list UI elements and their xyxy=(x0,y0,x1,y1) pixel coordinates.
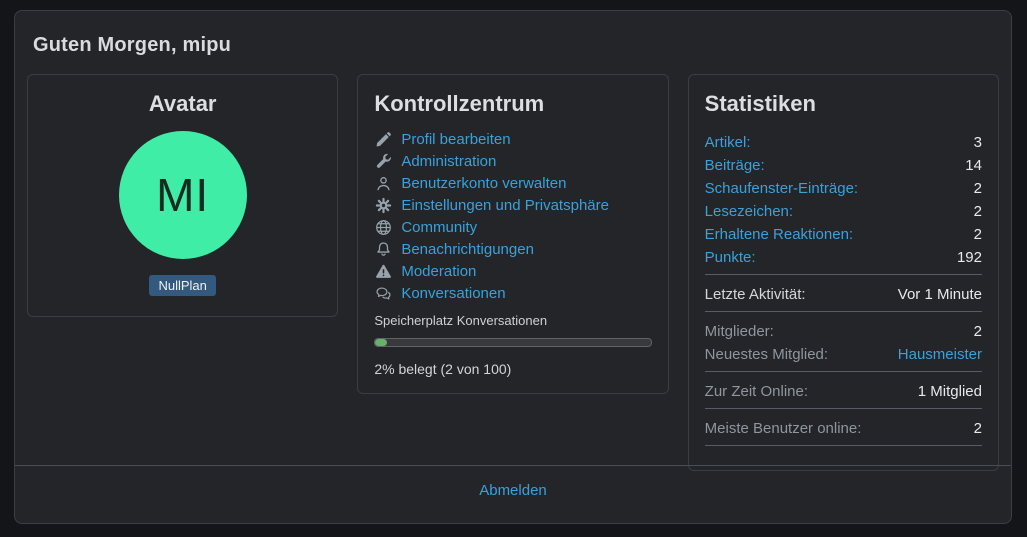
stat-row-letzte-aktivitaet: Letzte Aktivität: Vor 1 Minute xyxy=(704,283,982,312)
cc-link-label: Community xyxy=(401,219,478,236)
cc-link-label: Profil bearbeiten xyxy=(401,131,511,148)
conversations-icon xyxy=(374,285,392,302)
stat-value: 2 xyxy=(973,203,982,220)
badge-wrap: NullPlan xyxy=(44,275,321,300)
control-center-card: Kontrollzentrum Profil bearbeiten Admini… xyxy=(357,74,669,394)
stat-row-mitglieder: Mitglieder: 2 xyxy=(705,320,982,343)
cc-link-konversationen[interactable]: Konversationen xyxy=(374,285,651,302)
cc-link-profil[interactable]: Profil bearbeiten xyxy=(374,131,651,148)
stat-value: 2 xyxy=(973,420,982,437)
stat-label: Letzte Aktivität: xyxy=(704,286,806,303)
cc-link-label: Benachrichtigungen xyxy=(401,241,534,258)
cc-link-label: Administration xyxy=(401,153,497,170)
logout-link[interactable]: Abmelden xyxy=(479,482,547,499)
globe-icon xyxy=(374,219,392,236)
cc-link-label: Einstellungen und Privatsphäre xyxy=(401,197,609,214)
cc-link-moderation[interactable]: Moderation xyxy=(374,263,651,280)
user-panel: Guten Morgen, mipu Avatar MI NullPlan Ko… xyxy=(14,10,1012,524)
stat-label: Mitglieder: xyxy=(704,323,774,340)
avatar-initials: MI xyxy=(156,169,210,221)
newest-member-link[interactable]: Hausmeister xyxy=(898,346,982,363)
avatar-card-title: Avatar xyxy=(148,91,217,116)
gear-icon xyxy=(374,197,392,214)
stat-row-artikel: Artikel: 3 xyxy=(705,131,982,154)
cc-link-administration[interactable]: Administration xyxy=(374,153,651,170)
wrench-icon xyxy=(374,153,392,170)
stat-value: 2 xyxy=(973,323,982,340)
stat-value: Vor 1 Minute xyxy=(897,286,982,303)
stat-label[interactable]: Erhaltene Reaktionen: xyxy=(705,226,853,243)
stat-label[interactable]: Schaufenster-Einträge: xyxy=(705,180,858,197)
stat-value: 2 xyxy=(973,226,982,243)
stat-label[interactable]: Artikel: xyxy=(705,134,751,151)
stat-row-punkte: Punkte: 192 xyxy=(704,246,982,275)
stat-label[interactable]: Lesezeichen: xyxy=(705,203,793,220)
cc-link-benachrichtigungen[interactable]: Benachrichtigungen xyxy=(374,241,651,258)
cc-link-community[interactable]: Community xyxy=(374,219,651,236)
cc-link-label: Moderation xyxy=(401,263,477,280)
warning-triangle-icon xyxy=(374,263,392,280)
stat-label[interactable]: Beiträge: xyxy=(705,157,765,174)
stat-label: Neuestes Mitglied: xyxy=(704,346,829,363)
statistics-title: Statistiken xyxy=(704,91,816,116)
storage-progress-bar xyxy=(374,338,652,347)
rank-badge: NullPlan xyxy=(149,275,216,296)
control-center-title: Kontrollzentrum xyxy=(374,91,545,116)
panel-footer: Abmelden xyxy=(15,465,1011,523)
stat-label: Zur Zeit Online: xyxy=(704,383,809,400)
stat-label[interactable]: Punkte: xyxy=(705,249,756,266)
stat-row-neuestes-mitglied: Neuestes Mitglied: Hausmeister xyxy=(704,343,982,372)
stat-value: 1 Mitglied xyxy=(917,383,982,400)
cc-link-label: Benutzerkonto verwalten xyxy=(401,175,567,192)
storage-progress-fill xyxy=(375,339,388,346)
stat-row-beitraege: Beiträge: 14 xyxy=(705,154,982,177)
stat-label: Meiste Benutzer online: xyxy=(704,420,862,437)
stat-row-lesezeichen: Lesezeichen: 2 xyxy=(705,200,982,223)
storage-status-text: 2% belegt (2 von 100) xyxy=(374,361,512,377)
stat-row-schaufenster: Schaufenster-Einträge: 2 xyxy=(705,177,982,200)
bell-icon xyxy=(374,241,392,258)
cc-link-label: Konversationen xyxy=(401,285,506,302)
avatar-card: Avatar MI NullPlan xyxy=(27,74,339,317)
greeting-heading: Guten Morgen, mipu xyxy=(33,34,232,56)
avatar[interactable]: MI xyxy=(118,131,247,259)
storage-label: Speicherplatz Konversationen xyxy=(374,313,548,328)
stat-value: 14 xyxy=(965,157,982,174)
user-icon xyxy=(374,175,392,192)
cc-link-benutzerkonto[interactable]: Benutzerkonto verwalten xyxy=(374,175,651,192)
statistics-card: Statistiken Artikel: 3 Beiträge: 14 Scha… xyxy=(687,74,999,471)
stat-row-reaktionen: Erhaltene Reaktionen: 2 xyxy=(705,223,982,246)
stat-value: 3 xyxy=(973,134,982,151)
pencil-icon xyxy=(374,131,392,148)
stat-row-max-online: Meiste Benutzer online: 2 xyxy=(704,417,982,446)
dashboard-viewport: Guten Morgen, mipu Avatar MI NullPlan Ko… xyxy=(0,0,1027,537)
stat-value: 192 xyxy=(956,249,982,266)
stat-row-online: Zur Zeit Online: 1 Mitglied xyxy=(704,380,982,409)
cc-link-einstellungen[interactable]: Einstellungen und Privatsphäre xyxy=(374,197,651,214)
cards-row: Avatar MI NullPlan Kontrollzentrum Profi… xyxy=(15,74,1011,471)
stat-value: 2 xyxy=(973,180,982,197)
